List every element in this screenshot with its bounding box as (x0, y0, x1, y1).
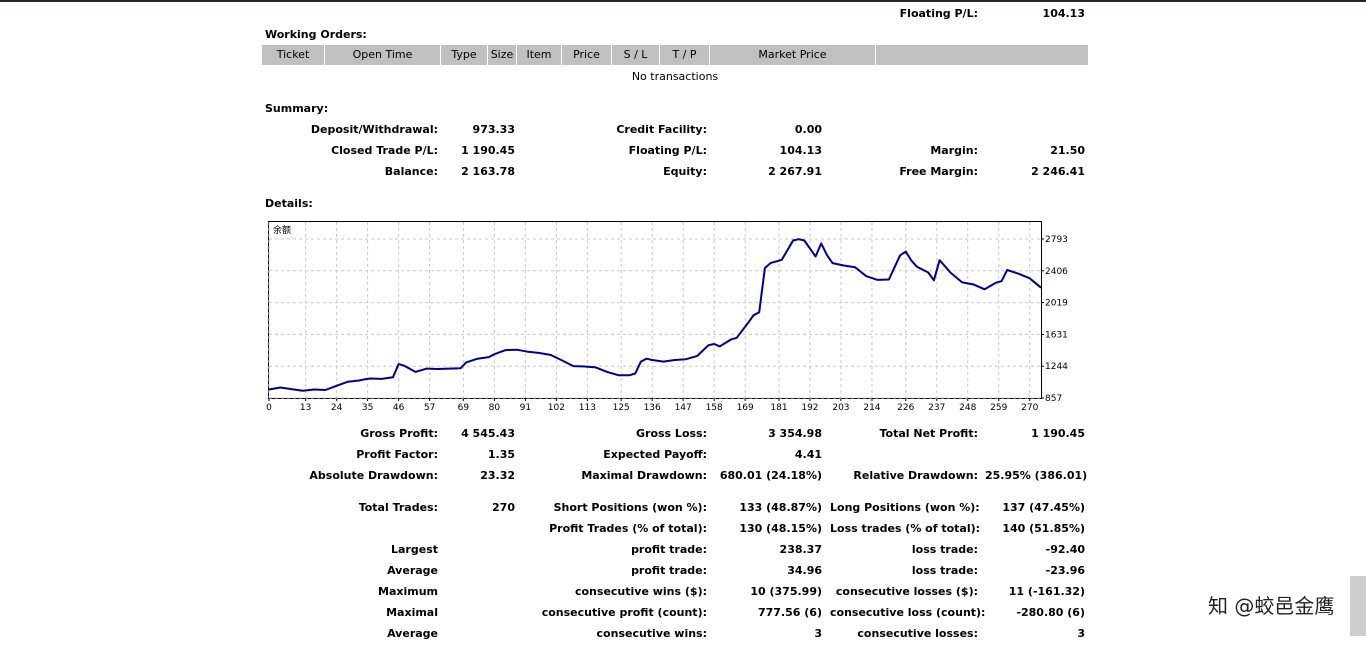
balance-line (268, 238, 1042, 392)
stats-value: 238.37 (779, 543, 822, 556)
stats-label: Average (387, 564, 438, 577)
vertical-scrollbar-thumb[interactable] (1350, 576, 1366, 636)
stats-value: 1.35 (487, 448, 515, 461)
stats-label: consecutive profit (count): (541, 606, 707, 619)
stats-label: profit trade: (631, 564, 707, 577)
stats-value: -23.96 (1045, 564, 1085, 577)
x-tick-label: 270 (1021, 403, 1038, 413)
stats-label: Total Trades: (358, 501, 438, 514)
stats-value: 270 (492, 501, 515, 514)
x-tick-label: 136 (644, 403, 661, 413)
stats-label: Short Positions (won %): (553, 501, 707, 514)
stats-value: 3 354.98 (768, 427, 822, 440)
stats-value: 3 (1077, 627, 1085, 640)
stats-value: 25.95% (386.01) (985, 469, 1088, 482)
x-tick-label: 181 (770, 403, 787, 413)
stats-value: 4.41 (794, 448, 822, 461)
stats-value: 133 (48.87%) (739, 501, 822, 514)
stats-label: loss trade: (911, 543, 978, 556)
x-tick-label: 125 (613, 403, 630, 413)
x-tick-label: 158 (706, 403, 723, 413)
stats-label: consecutive loss (count): (830, 606, 986, 619)
x-tick-label: 13 (300, 403, 311, 413)
x-tick-label: 226 (897, 403, 914, 413)
y-tick-label: 857 (1045, 394, 1062, 404)
stats-label: Profit Factor: (356, 448, 438, 461)
stats-value: 3 (814, 627, 822, 640)
stats-value: 680.01 (24.18%) (719, 469, 822, 482)
stats-value: 4 545.43 (461, 427, 515, 440)
y-tick-label: 2019 (1045, 299, 1068, 309)
balance-chart: 0 13 24 35 46 57 69 80 91 102 113 125 136 147 158 169 18… (266, 222, 1068, 413)
stats-value: 777.56 (6) (758, 606, 822, 619)
stats-value: 34.96 (787, 564, 822, 577)
stats-value: -92.40 (1045, 543, 1085, 556)
stats-label: Maximal (386, 606, 438, 619)
stats-label: Relative Drawdown: (853, 469, 978, 482)
y-tick-label: 2793 (1045, 235, 1068, 245)
x-tick-label: 35 (362, 403, 373, 413)
stats-value: 130 (48.15%) (739, 522, 822, 535)
x-tick-label: 214 (863, 403, 880, 413)
stats-label: loss trade: (911, 564, 978, 577)
x-tick-label: 91 (520, 403, 531, 413)
x-tick-label: 57 (424, 403, 435, 413)
stats-label: Profit Trades (% of total): (549, 522, 707, 535)
x-tick-label: 24 (331, 403, 343, 413)
stats-value: -280.80 (6) (1016, 606, 1085, 619)
x-tick-label: 46 (393, 403, 405, 413)
stats-value: 137 (47.45%) (1002, 501, 1085, 514)
stats-value: 23.32 (480, 469, 515, 482)
x-tick-label: 169 (737, 403, 754, 413)
x-tick-label: 147 (675, 403, 692, 413)
stats-label: Average (387, 627, 438, 640)
x-tick-label: 113 (579, 403, 596, 413)
chart-title: 余额 (273, 224, 291, 236)
stats-label: profit trade: (631, 543, 707, 556)
y-tick-label: 2406 (1045, 267, 1068, 277)
stats-value: 1 190.45 (1031, 427, 1085, 440)
x-tick-label: 248 (959, 403, 976, 413)
stats-label: Expected Payoff: (603, 448, 707, 461)
stats-value: 140 (51.85%) (1002, 522, 1085, 535)
stats-label: Total Net Profit: (879, 427, 979, 440)
x-tick-label: 237 (928, 403, 945, 413)
stats-label: consecutive wins: (596, 627, 707, 640)
y-tick-label: 1244 (1045, 362, 1068, 372)
stats-label: consecutive wins ($): (574, 585, 707, 598)
y-tick-label: 1631 (1045, 330, 1068, 340)
stats-label: Long Positions (won %): (830, 501, 980, 514)
x-tick-label: 259 (990, 403, 1007, 413)
stats-label: Gross Loss: (636, 427, 707, 440)
x-tick-label: 102 (548, 403, 565, 413)
stats-label: Gross Profit: (360, 427, 438, 440)
x-tick-label: 192 (801, 403, 818, 413)
stats-label: Maximum (378, 585, 438, 598)
x-tick-label: 69 (458, 403, 470, 413)
watermark: 知 @蛟邑金鹰 (1208, 594, 1335, 618)
x-tick-label: 80 (489, 403, 501, 413)
stats-value: 11 (-161.32) (1008, 585, 1085, 598)
stats-label: Absolute Drawdown: (309, 469, 438, 482)
stats-label: Maximal Drawdown: (581, 469, 707, 482)
stats-label: Largest (391, 543, 438, 556)
stats-label: Loss trades (% of total): (830, 522, 981, 535)
stats-label: consecutive losses ($): (835, 585, 978, 598)
stats-value: 10 (375.99) (750, 585, 822, 598)
x-tick-label: 203 (832, 403, 849, 413)
stats-label: consecutive losses: (857, 627, 978, 640)
x-tick-label: 0 (266, 403, 272, 413)
